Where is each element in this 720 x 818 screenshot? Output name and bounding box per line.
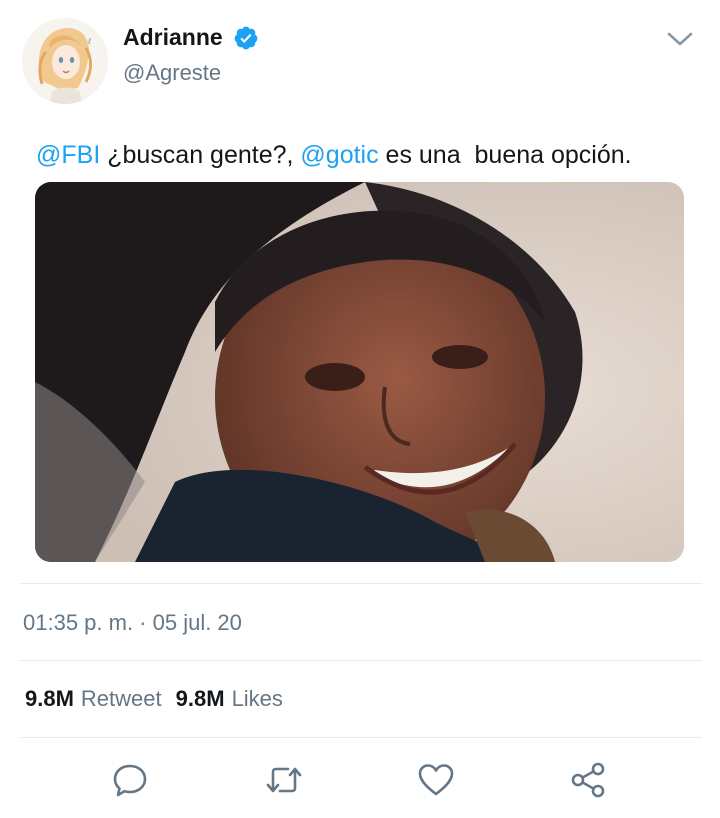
svg-text:ℓ: ℓ <box>87 37 91 46</box>
divider <box>20 583 702 584</box>
tweet-text-segment: ¿buscan gente?, <box>100 141 301 169</box>
tweet-stats: 9.8M Retweet 9.8M Likes <box>25 686 283 712</box>
chevron-down-icon[interactable] <box>666 28 694 50</box>
retweet-count[interactable]: 9.8M <box>25 686 74 712</box>
verified-badge-icon <box>234 26 258 49</box>
mention-link[interactable]: @gotic <box>300 141 378 169</box>
author-name-row[interactable]: Adrianne <box>123 24 259 51</box>
mention-link[interactable]: @FBI <box>36 141 100 169</box>
author-avatar[interactable]: ℓ <box>22 18 108 104</box>
share-icon[interactable] <box>568 760 608 800</box>
like-icon[interactable] <box>416 760 456 800</box>
tweet-text-segment: es una buena opción. <box>378 141 632 169</box>
tweet-photo[interactable] <box>35 182 684 562</box>
photo-image <box>35 182 684 562</box>
retweet-icon[interactable] <box>264 760 304 800</box>
like-label[interactable]: Likes <box>232 686 283 712</box>
like-count[interactable]: 9.8M <box>176 686 225 712</box>
retweet-label[interactable]: Retweet <box>81 686 162 712</box>
author-display-name[interactable]: Adrianne <box>123 24 223 51</box>
tweet-timestamp[interactable]: 01:35 p. m. · 05 jul. 20 <box>23 610 242 636</box>
reply-icon[interactable] <box>110 760 150 800</box>
divider <box>20 660 702 661</box>
divider <box>20 737 702 738</box>
author-handle[interactable]: @Agreste <box>123 60 221 86</box>
anime-avatar-icon: ℓ <box>22 18 108 104</box>
tweet-text: @FBI ¿buscan gente?, @gotic es una buena… <box>36 141 632 170</box>
